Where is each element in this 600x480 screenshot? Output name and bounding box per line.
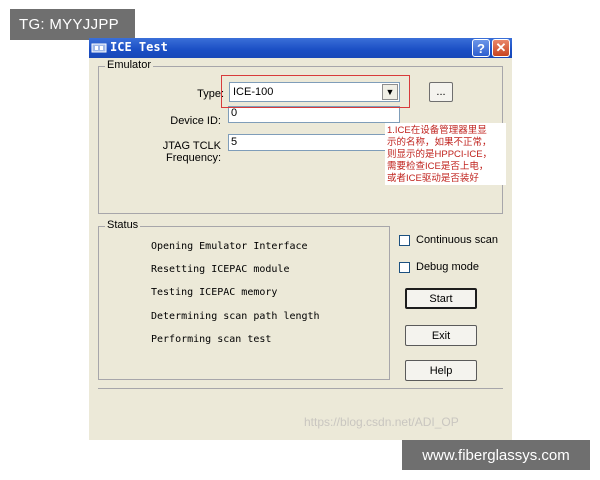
device-id-value: 0 <box>231 107 238 119</box>
close-icon: ✕ <box>495 40 507 55</box>
tg-tag-text: TG: MYYJJPP <box>19 16 119 33</box>
device-id-label: Device ID: <box>170 115 221 127</box>
exit-button-label: Exit <box>431 329 451 342</box>
app-icon <box>91 43 107 53</box>
jtag-frequency-label: JTAG TCLK Frequency: <box>162 140 221 164</box>
page: TG: MYYJJPP ICE Test ? ✕ Emulator Type: … <box>0 0 600 480</box>
type-label: Type: <box>197 88 224 100</box>
jtag-frequency-field[interactable]: 5 <box>228 134 386 151</box>
continuous-scan-label: Continuous scan <box>416 234 498 246</box>
status-line: Testing ICEPAC memory <box>151 287 278 298</box>
annotation-line: 需要检查ICE是否上电， <box>387 161 489 172</box>
site-url-text: www.fiberglassys.com <box>422 446 570 464</box>
start-button[interactable]: Start <box>405 288 477 309</box>
annotation-line: 或者ICE驱动是否装好 <box>387 173 479 184</box>
help-button[interactable]: Help <box>405 360 477 381</box>
device-id-field[interactable]: 0 <box>228 106 400 123</box>
status-line: Opening Emulator Interface <box>151 241 308 252</box>
emulator-group-label: Emulator <box>105 59 154 71</box>
status-group-label: Status <box>105 219 141 231</box>
annotation-line: 则显示的是HPPCI-ICE， <box>387 149 493 160</box>
title-close-button[interactable]: ✕ <box>492 39 510 57</box>
question-icon: ? <box>477 40 485 56</box>
start-button-label: Start <box>429 292 453 305</box>
debug-mode-label: Debug mode <box>416 261 479 273</box>
tg-tag-overlay: TG: MYYJJPP <box>10 9 135 40</box>
site-url-overlay: www.fiberglassys.com <box>402 440 590 470</box>
annotation-note: 1.ICE在设备管理器里显 示的名称，如果不正常， 则显示的是HPPCI-ICE… <box>385 123 506 185</box>
title-bar: ICE Test ? ✕ <box>89 38 512 58</box>
status-line: Resetting ICEPAC module <box>151 264 290 275</box>
continuous-scan-option[interactable]: Continuous scan <box>399 234 498 246</box>
exit-button[interactable]: Exit <box>405 325 477 346</box>
browse-button[interactable]: ... <box>429 82 453 102</box>
debug-mode-option[interactable]: Debug mode <box>399 261 479 273</box>
status-line: Determining scan path length <box>151 311 320 322</box>
annotation-line: 示的名称，如果不正常， <box>387 137 492 148</box>
debug-mode-checkbox[interactable] <box>399 261 410 273</box>
window-title: ICE Test <box>110 40 168 54</box>
watermark: https://blog.csdn.net/ADI_OP <box>304 415 459 429</box>
continuous-scan-checkbox[interactable] <box>399 234 410 246</box>
ice-test-window: ICE Test ? ✕ Emulator Type: ICE-100 ▼ ..… <box>89 38 512 440</box>
title-help-button[interactable]: ? <box>472 39 490 57</box>
browse-button-label: ... <box>436 86 446 98</box>
status-line: Performing scan test <box>151 334 272 345</box>
type-highlight-box <box>221 75 410 108</box>
help-button-label: Help <box>429 364 453 377</box>
annotation-line: 1.ICE在设备管理器里显 <box>387 125 487 136</box>
jtag-frequency-value: 5 <box>231 136 238 148</box>
